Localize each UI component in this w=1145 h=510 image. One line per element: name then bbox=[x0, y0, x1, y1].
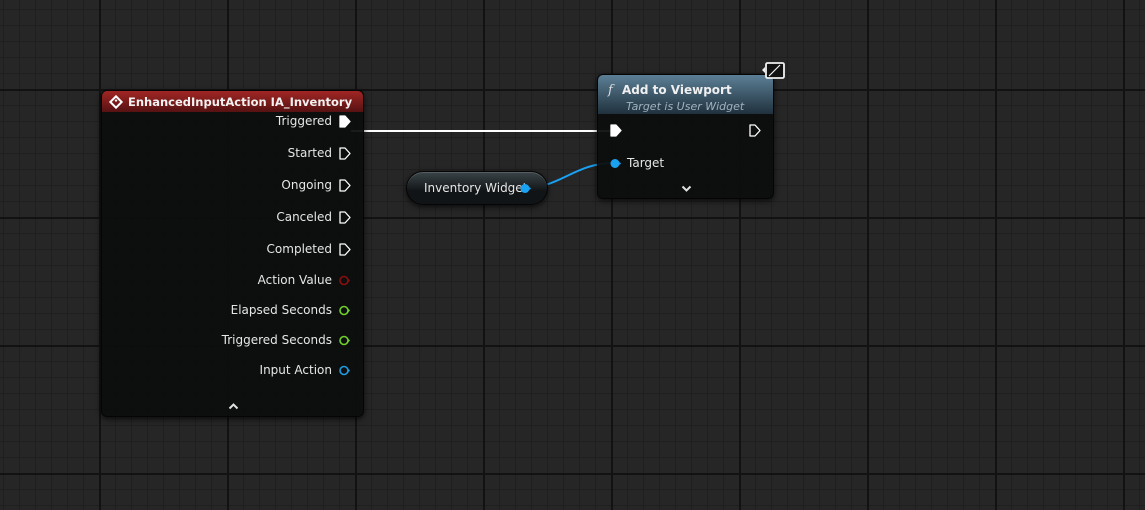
pin-action-value[interactable]: Action Value bbox=[258, 273, 350, 287]
event-node-body: Triggered Started Ongoing Canceled Compl… bbox=[101, 112, 364, 417]
function-node-body: Target bbox=[597, 114, 774, 199]
exec-input-pin-icon[interactable] bbox=[610, 124, 622, 137]
data-pin-icon[interactable] bbox=[339, 275, 350, 286]
pin-label: Elapsed Seconds bbox=[230, 303, 332, 317]
exec-output-pin-icon[interactable] bbox=[749, 124, 761, 137]
pin-label: Action Value bbox=[257, 273, 332, 287]
pin-elapsed-seconds[interactable]: Elapsed Seconds bbox=[231, 303, 350, 317]
add-to-viewport-node[interactable]: f Add to Viewport Target is User Widget T… bbox=[597, 74, 774, 199]
pin-completed[interactable]: Completed bbox=[267, 242, 351, 256]
pin-label: Input Action bbox=[259, 363, 332, 377]
monitor-icon bbox=[762, 62, 785, 79]
chevron-down-icon[interactable] bbox=[681, 185, 692, 193]
function-node-subtitle: Target is User Widget bbox=[626, 100, 745, 113]
function-node-title: Add to Viewport bbox=[622, 83, 732, 97]
event-node-title: EnhancedInputAction IA_Inventory bbox=[128, 94, 353, 109]
function-icon: f bbox=[608, 83, 613, 98]
pin-target[interactable]: Target bbox=[610, 156, 664, 170]
target-label: Target bbox=[627, 156, 665, 170]
inventory-widget-variable-node[interactable]: Inventory Widget bbox=[406, 171, 548, 205]
exec-pin-icon[interactable] bbox=[339, 114, 351, 128]
exec-pin-icon[interactable] bbox=[339, 178, 351, 192]
pin-canceled[interactable]: Canceled bbox=[276, 210, 351, 224]
event-node-header[interactable]: EnhancedInputAction IA_Inventory bbox=[101, 90, 364, 112]
exec-pin-icon[interactable] bbox=[339, 146, 351, 160]
data-pin-icon[interactable] bbox=[339, 305, 350, 316]
pin-label: Completed bbox=[266, 242, 332, 256]
exec-pin-icon[interactable] bbox=[339, 210, 351, 224]
data-pin-icon[interactable] bbox=[339, 365, 350, 376]
pin-label: Canceled bbox=[276, 210, 332, 224]
chevron-up-icon[interactable] bbox=[228, 402, 239, 410]
enhanced-input-action-node[interactable]: EnhancedInputAction IA_Inventory Trigger… bbox=[101, 90, 364, 417]
object-output-pin-icon[interactable] bbox=[520, 183, 531, 194]
data-pin-icon[interactable] bbox=[339, 335, 350, 346]
function-node-header[interactable]: f Add to Viewport Target is User Widget bbox=[597, 74, 774, 114]
pin-triggered[interactable]: Triggered bbox=[276, 114, 351, 128]
pin-label: Triggered Seconds bbox=[221, 333, 332, 347]
exec-pin-icon[interactable] bbox=[339, 242, 351, 256]
event-icon bbox=[108, 94, 124, 109]
pin-label: Ongoing bbox=[281, 178, 332, 192]
pin-started[interactable]: Started bbox=[288, 146, 351, 160]
pin-label: Triggered bbox=[275, 114, 332, 128]
variable-label: Inventory Widget bbox=[424, 181, 528, 195]
pin-label: Started bbox=[287, 146, 332, 160]
pin-input-action[interactable]: Input Action bbox=[260, 363, 350, 377]
pin-ongoing[interactable]: Ongoing bbox=[281, 178, 351, 192]
pin-triggered-seconds[interactable]: Triggered Seconds bbox=[222, 333, 350, 347]
target-input-pin-icon[interactable] bbox=[610, 158, 621, 169]
